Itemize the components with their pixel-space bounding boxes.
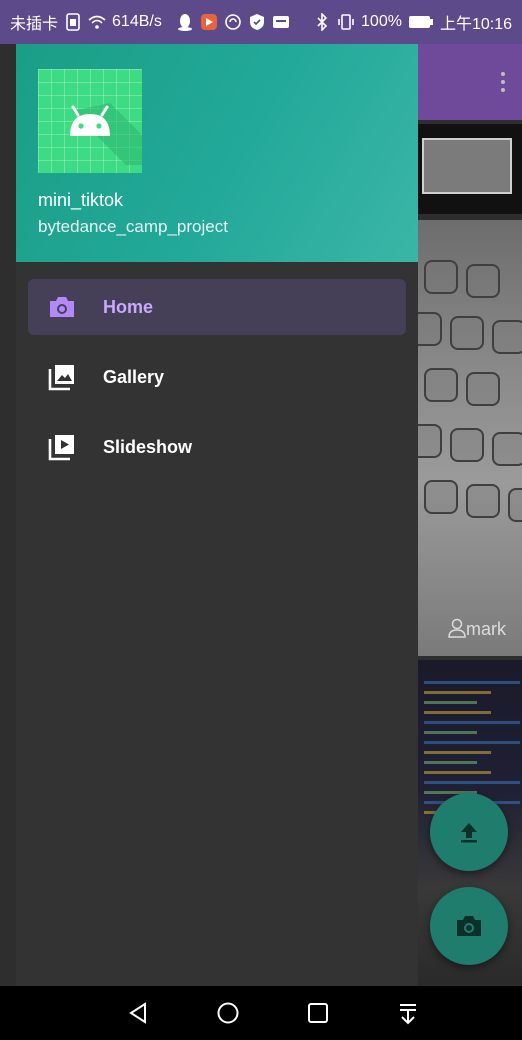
- video-thumbnail: [422, 138, 512, 194]
- menu-item-label: Home: [103, 296, 154, 317]
- qq-icon: [176, 13, 194, 31]
- status-bar: 未插卡 614B/s 100% 上午10:16: [0, 0, 522, 44]
- drawer-app-name: mini_tiktok: [38, 190, 124, 210]
- vibrate-icon: [337, 13, 355, 31]
- system-nav-bar: [0, 986, 522, 1040]
- app-logo-icon: [38, 69, 142, 173]
- shield-icon: [248, 13, 266, 31]
- upload-icon: [461, 823, 477, 843]
- card-author-name: mark: [466, 619, 506, 639]
- carrier-label: 未插卡: [10, 16, 59, 33]
- app-bar: [418, 44, 522, 120]
- menu-item-gallery[interactable]: Gallery: [28, 349, 406, 405]
- clock: 上午10:16: [439, 16, 512, 33]
- person-icon: [448, 618, 466, 638]
- video-card[interactable]: [418, 124, 522, 214]
- more-options-icon[interactable]: [500, 72, 506, 94]
- app-notification-icon: [200, 13, 218, 31]
- menu-item-slideshow[interactable]: Slideshow: [28, 419, 406, 475]
- photo-library-icon: [48, 363, 76, 391]
- screen: 未插卡 614B/s 100% 上午10:16 mark mini_tiktok…: [0, 0, 522, 1040]
- menu-item-label: Slideshow: [103, 436, 193, 457]
- keyboard-photo: [418, 260, 522, 590]
- back-icon[interactable]: [124, 999, 152, 1027]
- bluetooth-icon: [313, 13, 331, 31]
- home-icon[interactable]: [214, 999, 242, 1027]
- battery-percent: 100%: [361, 13, 402, 30]
- notification-pull-down-icon[interactable]: [394, 999, 422, 1027]
- sync-icon: [224, 13, 242, 31]
- network-speed: 614B/s: [112, 13, 162, 30]
- menu-item-label: Gallery: [103, 366, 165, 387]
- menu-item-home[interactable]: Home: [28, 279, 406, 335]
- recents-icon[interactable]: [304, 999, 332, 1027]
- drawer-app-subtitle: bytedance_camp_project: [38, 217, 228, 236]
- sim-icon: [64, 13, 82, 31]
- message-icon: [272, 13, 290, 31]
- wifi-icon: [88, 13, 106, 31]
- slideshow-icon: [48, 433, 76, 461]
- camera-button[interactable]: [430, 887, 508, 965]
- drawer-header: mini_tiktok bytedance_camp_project: [16, 44, 418, 262]
- camera-icon: [457, 916, 481, 936]
- video-card[interactable]: mark: [418, 220, 522, 656]
- navigation-drawer: mini_tiktok bytedance_camp_project Home …: [16, 44, 418, 986]
- battery-icon: [408, 13, 434, 31]
- upload-button[interactable]: [430, 793, 508, 871]
- card-author: mark: [448, 618, 506, 640]
- camera-icon: [48, 293, 76, 321]
